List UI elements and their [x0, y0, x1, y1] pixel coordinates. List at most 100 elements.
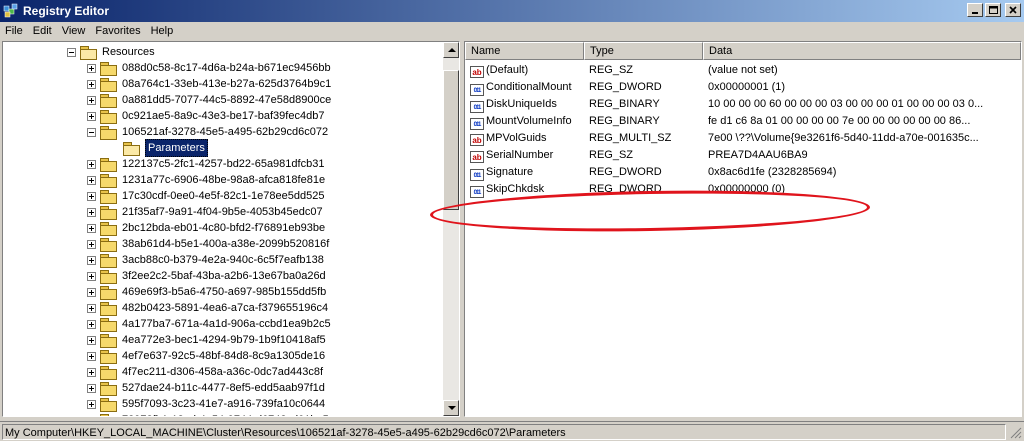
tree-item[interactable]: 527dae24-b11c-4477-8ef5-edd5aab97f1d — [87, 380, 325, 396]
value-row[interactable]: 011 DiskUniqueIds REG_BINARY 10 00 00 00 60… — [465, 96, 1021, 113]
tree-item[interactable]: 0c921ae5-8a9c-43e3-be17-baf39fec4db7 — [87, 108, 324, 124]
menu-file[interactable]: File — [0, 25, 28, 37]
tree-item[interactable]: 3acb88c0-b379-4e2a-940c-6c5f7eafb138 — [87, 252, 324, 268]
folder-icon — [100, 109, 117, 124]
value-name-cell: ab SerialNumber — [470, 147, 582, 163]
expand-icon[interactable] — [87, 383, 96, 393]
tree-item[interactable]: 122137c5-2fc1-4257-bd22-65a981dfcb31 — [87, 156, 324, 172]
scroll-down-button[interactable] — [443, 400, 459, 416]
value-row[interactable]: 011 ConditionalMount REG_DWORD 0x00000001 (… — [465, 79, 1021, 96]
expand-icon[interactable] — [87, 223, 96, 233]
value-row[interactable]: ab MPVolGuids REG_MULTI_SZ 7e00 \??\Volume{… — [465, 130, 1021, 146]
values-list-pane[interactable]: Name Type Data ab (Default) REG_SZ (value n… — [464, 41, 1022, 417]
tree-item[interactable]: 08a764c1-33eb-413e-b27a-625d3764b9c1 — [87, 76, 331, 92]
tree-item-parameters[interactable]: Parameters — [123, 139, 208, 157]
value-name: ConditionalMount — [486, 81, 572, 93]
tree-item[interactable]: 4ef7e637-92c5-48bf-84d8-8c9a1305de16 — [87, 348, 325, 364]
collapse-icon[interactable] — [67, 47, 76, 57]
expand-icon[interactable] — [87, 287, 96, 297]
close-button[interactable] — [1005, 3, 1021, 17]
maximize-button[interactable] — [985, 3, 1001, 17]
arrow-up-icon — [448, 48, 456, 52]
value-row[interactable]: ab (Default) REG_SZ (value not set) — [465, 62, 1021, 78]
tree-item[interactable]: 106521af-3278-45e5-a495-62b29cd6c072 — [87, 124, 328, 140]
tree-item[interactable]: 595f7093-3c23-41e7-a916-739fa10c0644 — [87, 396, 325, 412]
value-data-cell: fe d1 c6 8a 01 00 00 00 00 7e 00 00 00 0… — [708, 115, 971, 127]
maximize-icon — [988, 6, 998, 14]
value-name-cell: 011 DiskUniqueIds — [470, 96, 582, 113]
expand-icon[interactable] — [87, 191, 96, 201]
expand-icon[interactable] — [87, 79, 96, 89]
tree-item[interactable]: 0a881dd5-7077-44c5-8892-47e58d8900ce — [87, 92, 331, 108]
expand-icon[interactable] — [87, 351, 96, 361]
value-name: SkipChkdsk — [486, 183, 545, 195]
folder-icon — [100, 269, 117, 284]
expand-icon[interactable] — [87, 175, 96, 185]
expand-icon[interactable] — [87, 111, 96, 121]
value-data-cell: PREA7D4AAU6BA9 — [708, 149, 808, 161]
column-header-type[interactable]: Type — [584, 42, 703, 60]
tree-item-label: 4ea772e3-bec1-4294-9b79-1b9f10418af5 — [122, 334, 326, 346]
tree-item[interactable]: 72972fb1-18ad-4e54-9744-d6742cd01ba5 — [87, 412, 329, 416]
tree-item-label: 17c30cdf-0ee0-4e5f-82c1-1e78ee5dd525 — [122, 190, 325, 202]
expand-icon[interactable] — [87, 399, 96, 409]
tree-item[interactable]: 3f2ee2c2-5baf-43ba-a2b6-13e67ba0a26d — [87, 268, 326, 284]
value-name-cell: 011 ConditionalMount — [470, 79, 582, 96]
string-value-icon: ab — [470, 66, 484, 78]
value-row[interactable]: 011 Signature REG_DWORD 0x8ac6d1fe (2328285… — [465, 164, 1021, 181]
resize-grip-icon[interactable] — [1010, 427, 1022, 439]
expand-icon[interactable] — [87, 63, 96, 73]
tree-vertical-scrollbar[interactable] — [443, 42, 459, 416]
value-row[interactable]: 011 SkipChkdsk REG_DWORD 0x00000000 (0) — [465, 181, 1021, 198]
scroll-up-button[interactable] — [443, 42, 459, 58]
tree-item[interactable]: 469e69f3-b5a6-4750-a697-985b155dd5fb — [87, 284, 326, 300]
expand-icon[interactable] — [87, 271, 96, 281]
menu-view[interactable]: View — [57, 25, 91, 37]
binary-value-icon: 011 — [470, 84, 484, 96]
tree-item-label: 4f7ec211-d306-458a-a36c-0dc7ad443c8f — [122, 366, 324, 378]
tree-item[interactable]: 482b0423-5891-4ea6-a7ca-f379655196c4 — [87, 300, 328, 316]
tree-item[interactable]: 17c30cdf-0ee0-4e5f-82c1-1e78ee5dd525 — [87, 188, 324, 204]
value-name: Signature — [486, 166, 534, 178]
value-data-cell: (value not set) — [708, 64, 778, 76]
expand-icon[interactable] — [87, 415, 96, 416]
status-path: My Computer\HKEY_LOCAL_MACHINE\Cluster\R… — [2, 423, 1006, 440]
scroll-thumb[interactable] — [443, 70, 459, 210]
expand-icon[interactable] — [87, 207, 96, 217]
menu-edit[interactable]: Edit — [28, 25, 57, 37]
folder-icon — [100, 221, 117, 236]
collapse-icon[interactable] — [87, 127, 96, 137]
column-header-name[interactable]: Name — [465, 42, 584, 60]
minimize-button[interactable] — [967, 3, 983, 17]
menu-favorites[interactable]: Favorites — [90, 25, 145, 37]
expand-icon[interactable] — [87, 239, 96, 249]
tree-item[interactable]: 38ab61d4-b5e1-400a-a38e-2099b520816f — [87, 236, 329, 252]
folder-icon — [100, 333, 117, 348]
column-header-data[interactable]: Data — [703, 42, 1021, 60]
tree-item[interactable]: 088d0c58-8c17-4d6a-b24a-b671ec9456bb — [87, 60, 331, 76]
tree-item-label: 4ef7e637-92c5-48bf-84d8-8c9a1305de16 — [122, 350, 326, 362]
tree-item-resources[interactable]: Resources — [67, 44, 155, 60]
tree-item[interactable]: 4a177ba7-671a-4a1d-906a-ccbd1ea9b2c5 — [87, 316, 331, 332]
expand-icon[interactable] — [87, 319, 96, 329]
expand-icon[interactable] — [87, 303, 96, 313]
key-tree-pane[interactable]: Resources 088d0c58-8c17-4d6a-b24a-b671ec… — [2, 41, 460, 417]
tree-item[interactable]: 4ea772e3-bec1-4294-9b79-1b9f10418af5 — [87, 332, 326, 348]
tree-item-label: 2bc12bda-eb01-4c80-bfd2-f76891eb93be — [122, 222, 326, 234]
menu-bar: File Edit View Favorites Help — [0, 22, 1024, 40]
expand-icon[interactable] — [87, 159, 96, 169]
value-row[interactable]: ab SerialNumber REG_SZ PREA7D4AAU6BA9 — [465, 147, 1021, 163]
menu-help[interactable]: Help — [146, 25, 179, 37]
expand-icon[interactable] — [87, 335, 96, 345]
value-type-cell: REG_DWORD — [589, 183, 662, 195]
tree-item-label: 469e69f3-b5a6-4750-a697-985b155dd5fb — [122, 286, 327, 298]
expand-icon[interactable] — [87, 367, 96, 377]
tree-item[interactable]: 4f7ec211-d306-458a-a36c-0dc7ad443c8f — [87, 364, 323, 380]
value-row[interactable]: 011 MountVolumeInfo REG_BINARY fe d1 c6 8a … — [465, 113, 1021, 130]
tree-item[interactable]: 1231a77c-6906-48be-98a8-afca818fe81e — [87, 172, 325, 188]
folder-icon — [100, 253, 117, 268]
tree-item[interactable]: 2bc12bda-eb01-4c80-bfd2-f76891eb93be — [87, 220, 325, 236]
expand-icon[interactable] — [87, 95, 96, 105]
tree-item[interactable]: 21f35af7-9a91-4f04-9b5e-4053b45edc07 — [87, 204, 323, 220]
expand-icon[interactable] — [87, 255, 96, 265]
